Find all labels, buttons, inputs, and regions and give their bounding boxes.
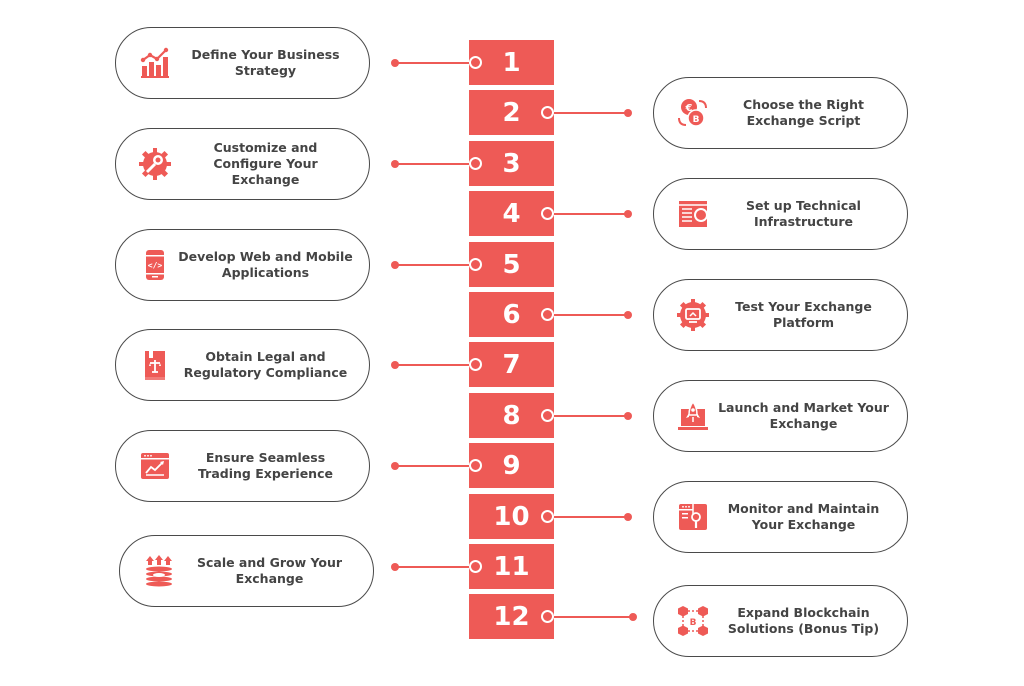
step-label: Set up Technical Infrastructure	[746, 198, 861, 229]
connector-ring	[541, 207, 554, 220]
connector-dot	[391, 260, 399, 269]
connector-dot	[391, 360, 399, 369]
connector-ring	[541, 510, 554, 523]
step-card: Scale and Grow Your Exchange	[119, 535, 374, 607]
connector-line	[395, 363, 475, 366]
connector-ring	[469, 459, 482, 472]
connector-line	[395, 565, 475, 568]
connector-line	[548, 414, 628, 417]
step-label: Test Your Exchange Platform	[735, 299, 872, 330]
step-card: Ensure Seamless Trading Experience	[115, 430, 370, 502]
step-card: Customize and Configure Your Exchange	[115, 128, 370, 200]
connector-line	[548, 111, 628, 114]
connector-line	[548, 212, 628, 215]
step-card: Obtain Legal and Regulatory Compliance	[115, 329, 370, 401]
step-card: </> Develop Web and Mobile Applications	[115, 229, 370, 301]
rocket-laptop-icon	[676, 399, 710, 433]
connector-dot	[629, 612, 637, 621]
connector-ring	[541, 106, 554, 119]
step-card: € B Choose the Right Exchange Script	[653, 77, 908, 149]
trading-window-icon	[138, 449, 172, 483]
step-label: Scale and Grow Your Exchange	[196, 555, 343, 586]
step-label: Ensure Seamless Trading Experience	[198, 450, 333, 481]
step-label: Expand Blockchain Solutions (Bonus Tip)	[727, 605, 880, 636]
wrench-gear-icon	[138, 147, 172, 181]
connector-ring	[541, 610, 554, 623]
bar-chart-growth-icon	[138, 46, 172, 80]
window-wrench-icon	[676, 500, 710, 534]
step-card: B Expand Blockchain Solutions (Bonus Tip)	[653, 585, 908, 657]
connector-dot	[391, 461, 399, 470]
connector-ring	[469, 358, 482, 371]
step-label: Define Your Business Strategy	[191, 47, 340, 78]
mobile-code-icon: </>	[138, 248, 172, 282]
step-card: Test Your Exchange Platform	[653, 279, 908, 351]
blockchain-cubes-icon: B	[676, 604, 710, 638]
step-label: Develop Web and Mobile Applications	[178, 249, 353, 280]
connector-ring	[469, 157, 482, 170]
step-label: Choose the Right Exchange Script	[743, 97, 864, 128]
connector-ring	[541, 409, 554, 422]
law-book-icon	[138, 348, 172, 382]
step-label: Obtain Legal and Regulatory Compliance	[183, 349, 348, 380]
svg-text:B: B	[693, 115, 700, 125]
connector-line	[395, 263, 475, 266]
connector-dot	[624, 108, 632, 117]
svg-text:</>: </>	[148, 261, 163, 270]
connector-line	[548, 515, 628, 518]
connector-ring	[541, 308, 554, 321]
connector-ring	[469, 56, 482, 69]
step-card: Launch and Market Your Exchange	[653, 380, 908, 452]
svg-text:B: B	[690, 618, 697, 628]
connector-ring	[469, 560, 482, 573]
connector-dot	[624, 411, 632, 420]
connector-line	[548, 615, 633, 618]
connector-dot	[624, 209, 632, 218]
connector-dot	[391, 58, 399, 67]
step-label: Launch and Market Your Exchange	[718, 400, 889, 431]
server-gear-icon	[676, 197, 710, 231]
step-card: Define Your Business Strategy	[115, 27, 370, 99]
connector-ring	[469, 258, 482, 271]
connector-dot	[391, 159, 399, 168]
coins-growth-icon	[142, 554, 176, 588]
connector-line	[395, 61, 475, 64]
steps-diagram: 1 Define Your Business Strategy 2 € B Choose …	[0, 0, 1024, 686]
step-card: Monitor and Maintain Your Exchange	[653, 481, 908, 553]
connector-line	[395, 464, 475, 467]
connector-dot	[624, 310, 632, 319]
connector-line	[548, 313, 628, 316]
currency-exchange-icon: € B	[676, 96, 710, 130]
connector-dot	[624, 512, 632, 521]
connector-dot	[391, 562, 399, 571]
step-label: Customize and Configure Your Exchange	[213, 140, 318, 187]
connector-line	[395, 162, 475, 165]
step-label: Monitor and Maintain Your Exchange	[727, 501, 880, 532]
step-card: Set up Technical Infrastructure	[653, 178, 908, 250]
gear-monitor-icon	[676, 298, 710, 332]
